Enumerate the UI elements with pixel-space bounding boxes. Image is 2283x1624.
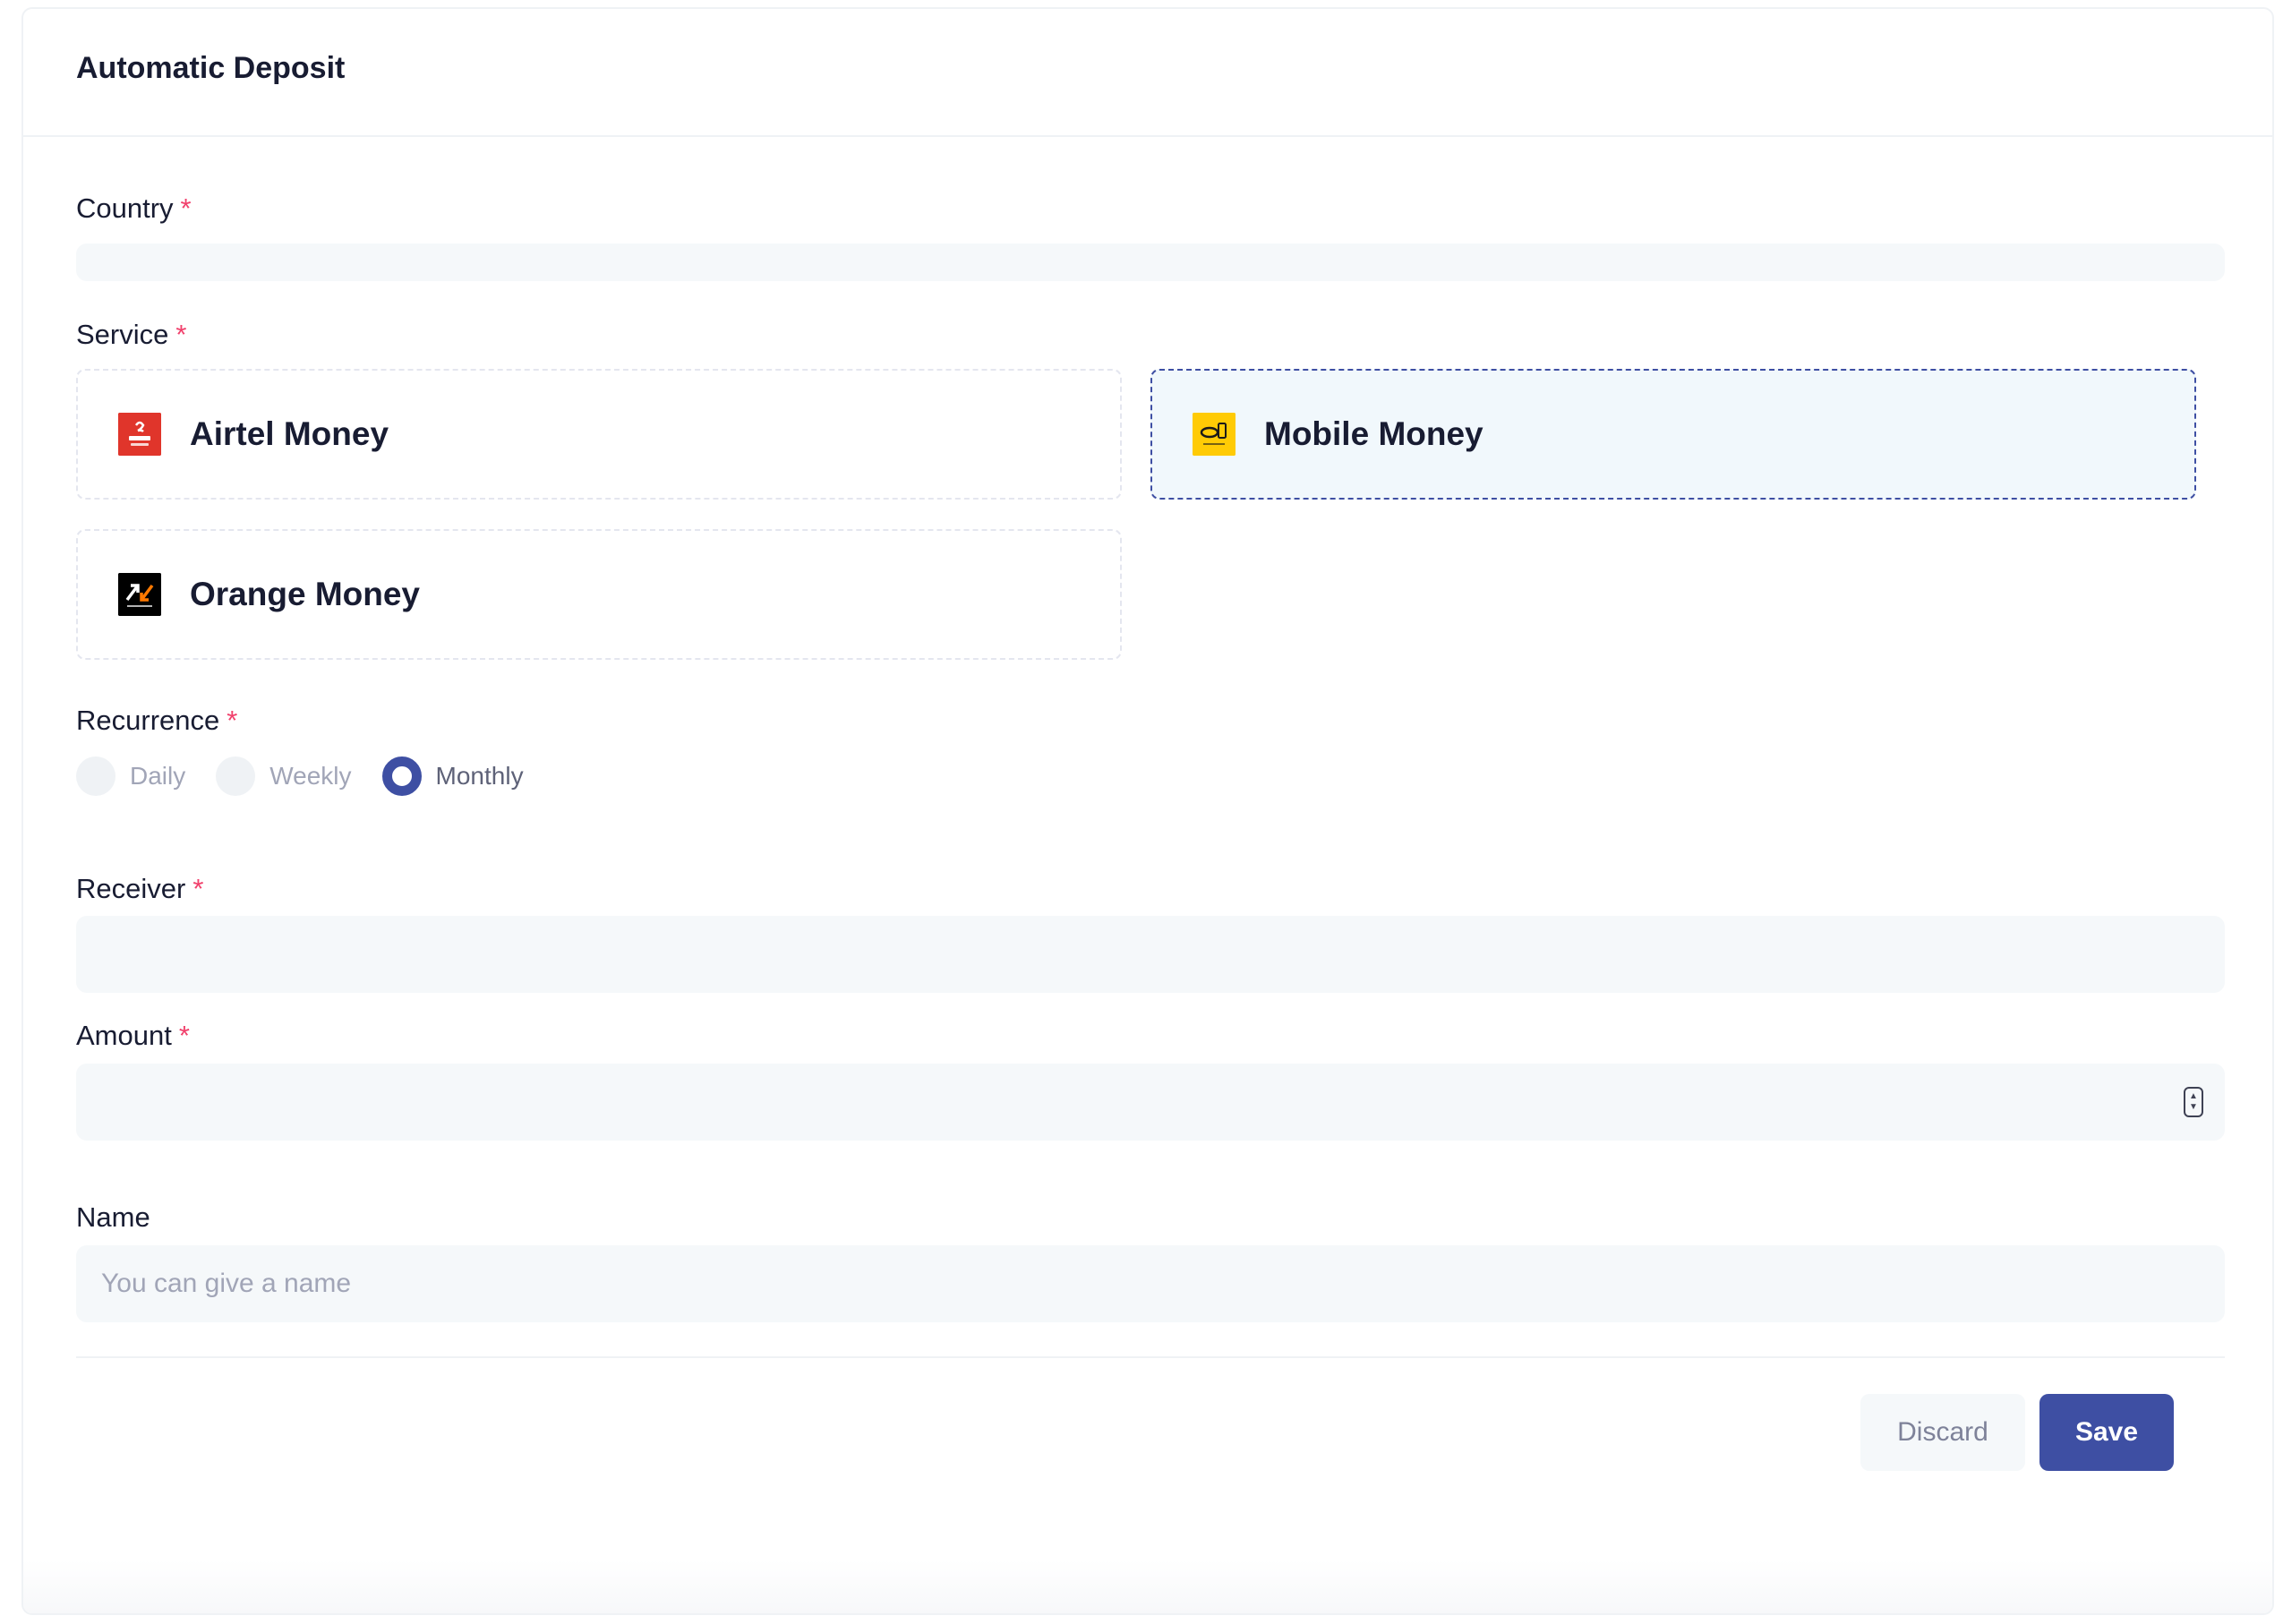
name-label-text: Name (76, 1201, 150, 1233)
amount-input[interactable] (76, 1064, 2225, 1141)
page-title: Automatic Deposit (76, 51, 346, 85)
service-label-text: Service (76, 319, 169, 350)
receiver-label: Receiver * (76, 873, 203, 905)
radio-label: Daily (130, 762, 186, 790)
required-mark: * (178, 1020, 190, 1051)
service-option-orange-money[interactable]: Orange Money (76, 529, 1122, 660)
amount-stepper-icon[interactable]: ▲ ▼ (2184, 1087, 2203, 1117)
radio-weekly[interactable]: Weekly (216, 756, 352, 796)
discard-button[interactable]: Discard (1860, 1394, 2025, 1471)
chevron-down-icon[interactable]: ▼ (2189, 1102, 2198, 1113)
service-option-mobile-money[interactable]: Mobile Money (1150, 369, 2196, 500)
amount-field-wrapper: ▲ ▼ (76, 1064, 2225, 1141)
country-select[interactable] (76, 244, 2225, 281)
radio-button[interactable] (216, 756, 256, 796)
radio-button[interactable] (381, 756, 422, 796)
airtel-logo-icon (118, 413, 161, 456)
orange-money-logo-icon (118, 573, 161, 616)
recurrence-label: Recurrence * (76, 705, 237, 737)
automatic-deposit-card: Automatic Deposit Country * Service * Airt… (21, 7, 2274, 1615)
receiver-label-text: Receiver (76, 873, 186, 904)
name-input[interactable] (76, 1245, 2225, 1322)
recurrence-radio-group: Daily Weekly Monthly (76, 756, 554, 797)
radio-monthly[interactable]: Monthly (381, 756, 524, 796)
receiver-input[interactable] (76, 916, 2225, 993)
radio-label: Monthly (435, 762, 524, 790)
required-mark: * (227, 705, 238, 736)
recurrence-label-text: Recurrence (76, 705, 220, 736)
service-option-label: Airtel Money (190, 415, 389, 452)
amount-label-text: Amount (76, 1020, 172, 1051)
save-button[interactable]: Save (2039, 1394, 2174, 1471)
radio-button[interactable] (76, 756, 115, 796)
radio-label: Weekly (269, 762, 352, 790)
service-option-label: Mobile Money (1264, 415, 1484, 452)
country-label: Country * (76, 192, 192, 225)
service-label: Service * (76, 319, 186, 351)
radio-daily[interactable]: Daily (76, 756, 185, 796)
mtn-momo-logo-icon (1193, 413, 1236, 456)
service-option-label: Orange Money (190, 576, 420, 612)
card-footer-shadow (23, 1560, 2272, 1613)
chevron-up-icon[interactable]: ▲ (2189, 1091, 2198, 1102)
card-header: Automatic Deposit (23, 9, 2272, 137)
service-option-airtel-money[interactable]: Airtel Money (76, 369, 1122, 500)
country-label-text: Country (76, 192, 174, 224)
name-label: Name (76, 1201, 150, 1234)
required-mark: * (192, 873, 204, 904)
required-mark: * (175, 319, 187, 350)
amount-label: Amount * (76, 1020, 190, 1052)
required-mark: * (180, 192, 192, 224)
form-divider (76, 1356, 2225, 1358)
